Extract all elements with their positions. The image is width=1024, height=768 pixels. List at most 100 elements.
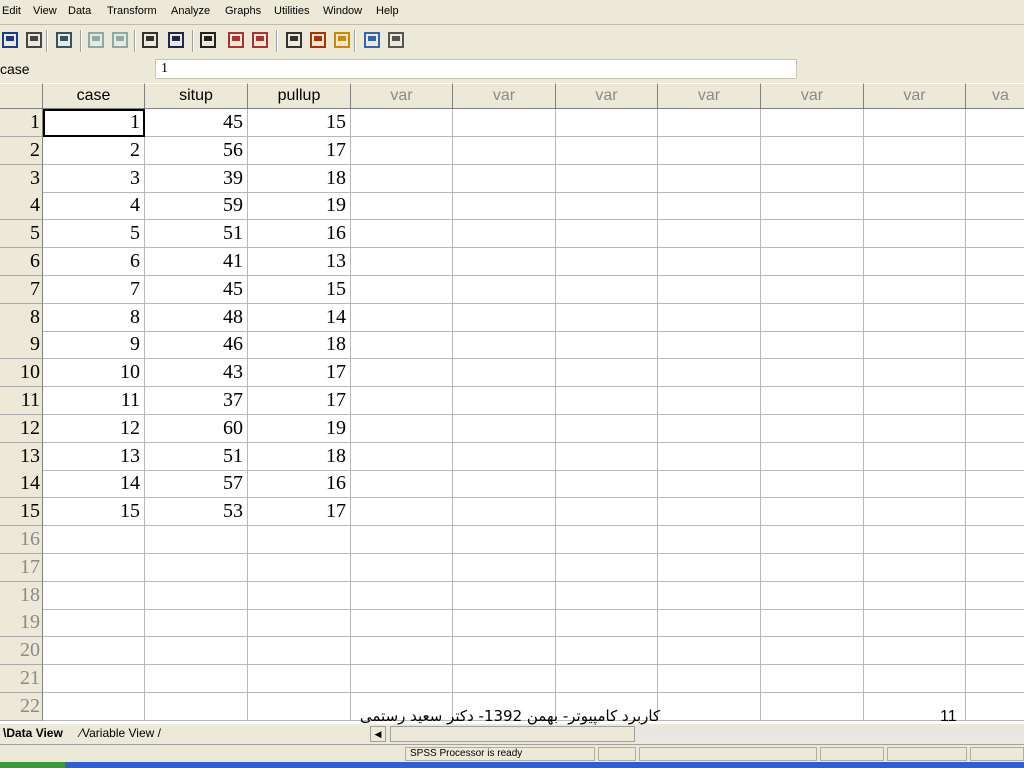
cell-empty[interactable] [966, 220, 1024, 249]
cell-empty[interactable] [864, 220, 966, 249]
cell-empty[interactable] [761, 581, 864, 610]
cell-empty[interactable] [658, 109, 761, 137]
cell-empty[interactable] [864, 275, 966, 304]
cell-empty[interactable] [966, 331, 1024, 360]
cell-empty[interactable] [761, 248, 864, 276]
row-header[interactable]: 1 [0, 109, 43, 137]
cell-empty[interactable] [453, 442, 556, 471]
split-file-icon[interactable] [285, 31, 303, 49]
cell-empty[interactable] [556, 164, 658, 193]
cell-pullup[interactable] [248, 637, 351, 666]
cell-situp[interactable] [145, 609, 248, 638]
cell-pullup[interactable] [248, 609, 351, 638]
cell-empty[interactable] [658, 665, 761, 693]
cell-empty[interactable] [761, 692, 864, 721]
cell-pullup[interactable]: 17 [248, 498, 351, 527]
row-header[interactable]: 2 [0, 136, 43, 165]
cell-empty[interactable] [864, 331, 966, 360]
cell-empty[interactable] [864, 609, 966, 638]
row-header[interactable]: 11 [0, 387, 43, 415]
cell-empty[interactable] [658, 581, 761, 610]
cell-empty[interactable] [351, 331, 453, 360]
cell-empty[interactable] [658, 498, 761, 527]
tab-data-view[interactable]: \Data View [0, 724, 80, 743]
cell-case[interactable]: 12 [43, 414, 145, 443]
cell-situp[interactable] [145, 526, 248, 554]
cell-empty[interactable] [658, 275, 761, 304]
menu-transform[interactable]: Transform [107, 5, 157, 17]
cell-empty[interactable] [351, 220, 453, 249]
cell-empty[interactable] [351, 109, 453, 137]
cell-situp[interactable] [145, 553, 248, 582]
column-header-var-5[interactable]: var [556, 83, 658, 109]
cell-case[interactable]: 6 [43, 248, 145, 276]
cell-empty[interactable] [351, 414, 453, 443]
cell-empty[interactable] [761, 414, 864, 443]
cell-empty[interactable] [351, 275, 453, 304]
cell-empty[interactable] [556, 248, 658, 276]
cell-situp[interactable]: 45 [145, 275, 248, 304]
cell-empty[interactable] [453, 498, 556, 527]
cell-empty[interactable] [351, 498, 453, 527]
cell-situp[interactable]: 57 [145, 470, 248, 499]
column-header-situp[interactable]: situp [145, 83, 248, 109]
cell-empty[interactable] [556, 442, 658, 471]
cell-empty[interactable] [761, 136, 864, 165]
cell-empty[interactable] [556, 609, 658, 638]
cell-pullup[interactable]: 16 [248, 220, 351, 249]
cell-empty[interactable] [966, 137, 1024, 165]
cell-empty[interactable] [658, 414, 761, 443]
cell-empty[interactable] [761, 164, 864, 193]
goto-case-icon[interactable] [141, 31, 159, 49]
cell-empty[interactable] [556, 275, 658, 304]
column-header-var-4[interactable]: var [453, 83, 556, 109]
row-header[interactable]: 18 [0, 581, 43, 610]
cell-empty[interactable] [658, 136, 761, 165]
cell-pullup[interactable]: 17 [248, 359, 351, 388]
cell-empty[interactable] [761, 220, 864, 249]
cell-empty[interactable] [966, 693, 1024, 721]
cell-empty[interactable] [761, 665, 864, 693]
cell-empty[interactable] [351, 470, 453, 499]
cell-empty[interactable] [453, 275, 556, 304]
horizontal-scrollbar[interactable]: ◀ [370, 726, 1024, 742]
cell-empty[interactable] [966, 609, 1024, 638]
cell-empty[interactable] [556, 470, 658, 499]
cell-empty[interactable] [453, 303, 556, 332]
cell-empty[interactable] [658, 331, 761, 360]
cell-empty[interactable] [864, 164, 966, 193]
cell-empty[interactable] [556, 581, 658, 610]
menu-utilities[interactable]: Utilities [274, 5, 309, 17]
row-header[interactable]: 5 [0, 220, 43, 249]
cell-pullup[interactable]: 14 [248, 303, 351, 332]
cell-empty[interactable] [864, 248, 966, 276]
row-header[interactable]: 9 [0, 331, 43, 360]
tab-variable-view[interactable]: ⁄Variable View / [78, 724, 188, 743]
cell-situp[interactable]: 51 [145, 442, 248, 471]
cell-case[interactable] [43, 609, 145, 638]
cell-empty[interactable] [658, 359, 761, 388]
menu-view[interactable]: View [33, 5, 57, 17]
cell-empty[interactable] [453, 220, 556, 249]
cell-situp[interactable] [145, 692, 248, 721]
cell-empty[interactable] [761, 553, 864, 582]
cell-empty[interactable] [864, 470, 966, 499]
cell-empty[interactable] [761, 609, 864, 638]
cell-empty[interactable] [864, 303, 966, 332]
cell-case[interactable]: 10 [43, 359, 145, 388]
cell-pullup[interactable]: 18 [248, 164, 351, 193]
cell-pullup[interactable]: 13 [248, 248, 351, 276]
find-icon[interactable] [199, 31, 217, 49]
cell-empty[interactable] [658, 248, 761, 276]
cell-pullup[interactable]: 17 [248, 136, 351, 165]
insert-variable-icon[interactable] [251, 31, 269, 49]
cell-empty[interactable] [966, 443, 1024, 471]
cell-empty[interactable] [658, 164, 761, 193]
menu-edit[interactable]: Edit [2, 5, 21, 17]
cell-case[interactable]: 4 [43, 192, 145, 221]
cell-empty[interactable] [864, 387, 966, 415]
cell-case[interactable] [43, 692, 145, 721]
cell-empty[interactable] [453, 665, 556, 693]
cell-situp[interactable]: 60 [145, 414, 248, 443]
variables-icon[interactable] [167, 31, 185, 49]
